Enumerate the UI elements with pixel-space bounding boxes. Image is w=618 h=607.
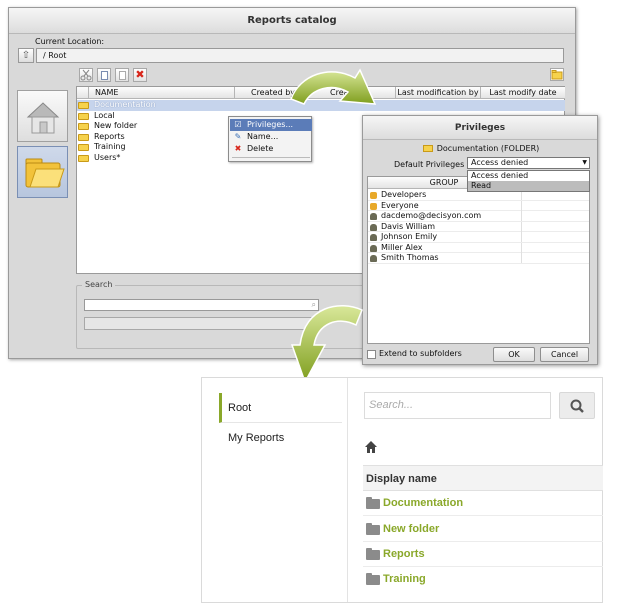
- option-access-denied[interactable]: Access denied: [468, 171, 589, 181]
- column-created-by[interactable]: Created by: [235, 87, 302, 99]
- folder-icon: [78, 123, 89, 130]
- user-icon: [370, 223, 377, 231]
- extend-subfolders-label: Extend to subfolders: [379, 349, 462, 358]
- cancel-button[interactable]: Cancel: [540, 347, 589, 362]
- current-location-field[interactable]: / Root: [36, 48, 564, 63]
- home-icon[interactable]: [364, 440, 378, 454]
- user-icon: [370, 255, 377, 262]
- up-folder-button[interactable]: ⇧: [18, 48, 34, 63]
- house-icon: [26, 102, 60, 134]
- scissors-icon: [80, 69, 92, 81]
- dropdown-arrow-icon: ▼: [582, 159, 587, 166]
- user-icon: [370, 244, 377, 252]
- web-search-input[interactable]: Search...: [364, 392, 551, 419]
- search-icon: ⌕: [311, 300, 316, 309]
- extend-subfolders-checkbox[interactable]: [367, 350, 376, 359]
- list-item[interactable]: New folder: [363, 517, 603, 542]
- folder-icon: [78, 102, 89, 109]
- folder-icon: [366, 573, 380, 585]
- folder-icon: [78, 144, 89, 151]
- menu-divider: [232, 157, 310, 158]
- web-search-button[interactable]: [559, 392, 595, 419]
- folders-view-button[interactable]: [17, 146, 68, 198]
- open-folder-icon: [25, 158, 65, 188]
- table-row[interactable]: Documentation: [77, 100, 565, 111]
- default-privileges-label: Default Privileges: [394, 160, 465, 169]
- display-name-header: Display name: [363, 465, 603, 491]
- table-row[interactable]: Everyone: [368, 200, 589, 211]
- menu-item-delete[interactable]: ✖ Delete: [230, 143, 312, 155]
- folder-icon: [366, 523, 380, 535]
- privileges-dialog: Privileges Documentation (FOLDER) Defaul…: [362, 115, 598, 365]
- search-label: Search: [82, 280, 116, 289]
- user-icon: [370, 213, 377, 220]
- red-x-icon: ✖: [234, 144, 242, 153]
- default-privileges-dropdown: Access denied Read: [467, 170, 590, 192]
- ok-button[interactable]: OK: [493, 347, 535, 362]
- checkbox-icon: ☑: [234, 120, 242, 129]
- user-icon: [370, 234, 377, 241]
- copy-icon: [101, 71, 108, 80]
- search-input[interactable]: ⌕: [84, 299, 319, 311]
- column-last-modify-date[interactable]: Last modify date: [481, 87, 565, 99]
- menu-item-name[interactable]: ✎ Name...: [230, 131, 312, 143]
- rename-icon: ✎: [234, 132, 242, 141]
- web-sidebar: Root My Reports: [202, 378, 348, 602]
- list-item[interactable]: Documentation: [363, 491, 603, 516]
- sidebar-item-root[interactable]: Root: [219, 393, 342, 423]
- folder-icon: [78, 133, 89, 141]
- folder-icon: [366, 548, 380, 560]
- search-icon: [570, 399, 584, 413]
- folder-icon: [366, 497, 380, 509]
- column-name[interactable]: NAME: [89, 87, 235, 99]
- folder-icon: [78, 154, 89, 162]
- delete-button[interactable]: ✖: [133, 68, 147, 82]
- option-read[interactable]: Read: [468, 181, 589, 191]
- cut-button[interactable]: [79, 68, 93, 82]
- group-icon: [370, 192, 377, 199]
- table-row[interactable]: dacdemo@decisyon.com: [368, 211, 589, 222]
- sidebar-item-my-reports[interactable]: My Reports: [219, 423, 342, 453]
- list-item[interactable]: Reports: [363, 542, 603, 567]
- folder-icon: [551, 70, 563, 80]
- column-last-modification-by[interactable]: Last modification by: [396, 87, 481, 99]
- list-item[interactable]: Training: [363, 567, 603, 592]
- privileges-subtitle: Documentation (FOLDER): [363, 144, 599, 153]
- table-row[interactable]: Miller Alex: [368, 242, 589, 253]
- red-x-icon: ✖: [135, 68, 145, 81]
- search-results-field: [84, 317, 319, 330]
- current-location-label: Current Location:: [35, 37, 105, 46]
- catalog-title: Reports catalog: [9, 8, 575, 34]
- folder-icon: [78, 112, 89, 120]
- context-menu: ☑ Privileges... ✎ Name... ✖ Delete: [228, 116, 312, 162]
- column-creation[interactable]: Creation: [302, 87, 396, 99]
- table-row[interactable]: Smith Thomas: [368, 253, 589, 264]
- home-view-button[interactable]: [17, 90, 68, 142]
- group-icon: [370, 202, 377, 210]
- table-row[interactable]: Johnson Emily: [368, 232, 589, 243]
- groups-table: GROUP Developers Everyone dacdemo@decisy…: [367, 176, 590, 344]
- web-catalog-panel: Root My Reports Search... Display name D…: [201, 377, 603, 603]
- privileges-title: Privileges: [363, 116, 597, 140]
- default-privileges-select[interactable]: Access denied ▼: [467, 157, 590, 169]
- table-row[interactable]: Davis William: [368, 221, 589, 232]
- folder-icon: [422, 145, 433, 152]
- copy-button[interactable]: [97, 68, 111, 82]
- menu-item-privileges[interactable]: ☑ Privileges...: [230, 119, 312, 131]
- paste-button[interactable]: [115, 68, 129, 82]
- paste-icon: [119, 71, 126, 80]
- new-folder-button[interactable]: [550, 68, 564, 81]
